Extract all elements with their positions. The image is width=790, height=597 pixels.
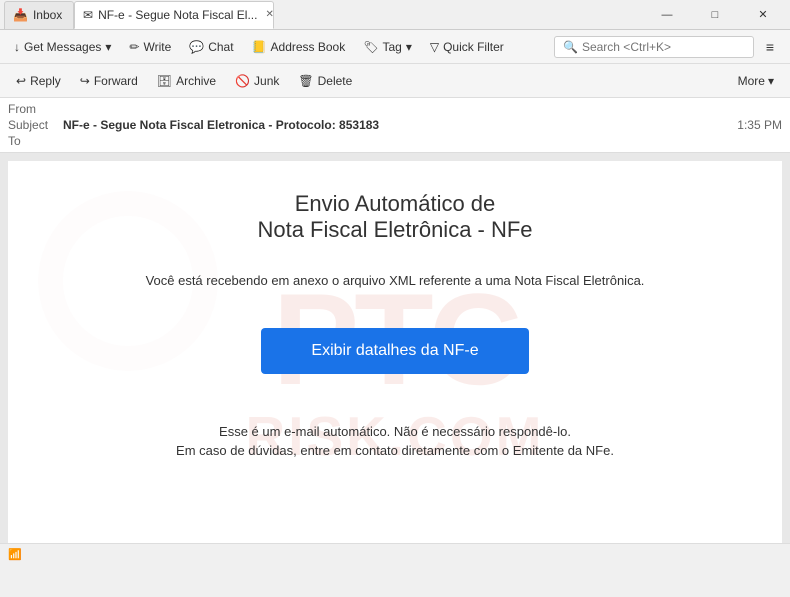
get-messages-dropdown-icon: ▾ [105,40,111,54]
to-label: To [8,134,63,148]
write-button[interactable]: ✏ Write [121,36,179,58]
tab-email-label: NF-e - Segue Nota Fiscal El... [98,8,257,22]
email-body: PTC RISK.COM Envio Automático de Nota Fi… [8,161,782,543]
footer-line1: Esse é um e-mail automático. Não é neces… [28,424,762,439]
more-button[interactable]: More ▾ [730,70,782,92]
subject-label: Subject [8,118,63,132]
junk-icon: 🚫 [235,74,250,88]
tab-inbox[interactable]: 📥 Inbox [4,1,74,29]
address-book-icon: 📒 [252,40,267,54]
status-bar: 📶 [0,543,790,565]
chat-icon: 💬 [189,40,204,54]
minimize-button[interactable]: — [644,0,690,30]
tag-icon: 🏷 [363,40,378,54]
address-book-button[interactable]: 📒 Address Book [244,36,354,58]
action-bar: ↩ Reply ↪ Forward 🗄 Archive 🚫 Junk 🗑 Del… [0,64,790,98]
email-title: Envio Automático de Nota Fiscal Eletrôni… [28,191,762,243]
reply-icon: ↩ [16,74,26,88]
archive-icon: 🗄 [157,74,172,88]
main-toolbar: ↓ Get Messages ▾ ✏ Write 💬 Chat 📒 Addres… [0,30,790,64]
get-messages-icon: ↓ [14,40,20,54]
junk-button[interactable]: 🚫 Junk [227,70,287,92]
title-bar: 📥 Inbox ✉ NF-e - Segue Nota Fiscal El...… [0,0,790,30]
window-controls: — □ ✕ [644,0,786,30]
email-footer: Esse é um e-mail automático. Não é neces… [28,424,762,458]
quick-filter-button[interactable]: ▽ Quick Filter [422,36,512,58]
from-row: From [8,102,782,116]
status-icon: 📶 [8,548,22,561]
tab-email[interactable]: ✉ NF-e - Segue Nota Fiscal El... ✕ [74,1,274,29]
close-button[interactable]: ✕ [740,0,786,30]
footer-line2: Em caso de dúvidas, entre em contato dir… [28,443,762,458]
forward-icon: ↪ [80,74,90,88]
search-icon: 🔍 [563,40,578,54]
more-dropdown-icon: ▾ [768,74,774,88]
email-subtitle: Você está recebendo em anexo o arquivo X… [28,273,762,288]
subject-row: Subject NF-e - Segue Nota Fiscal Eletron… [8,118,782,132]
chat-button[interactable]: 💬 Chat [181,36,241,58]
inbox-icon: 📥 [13,8,28,22]
hamburger-icon: ≡ [766,39,774,55]
forward-button[interactable]: ↪ Forward [72,70,146,92]
tag-button[interactable]: 🏷 Tag ▾ [355,36,420,58]
email-content: Envio Automático de Nota Fiscal Eletrôni… [28,191,762,458]
email-body-container[interactable]: PTC RISK.COM Envio Automático de Nota Fi… [0,153,790,543]
subject-value: NF-e - Segue Nota Fiscal Eletronica - Pr… [63,118,737,132]
from-label: From [8,102,63,116]
archive-button[interactable]: 🗄 Archive [149,70,224,92]
tab-inbox-label: Inbox [33,8,62,22]
delete-icon: 🗑 [298,74,313,88]
search-box[interactable]: 🔍 [554,36,754,58]
email-header: From Subject NF-e - Segue Nota Fiscal El… [0,98,790,153]
tab-bar: 📥 Inbox ✉ NF-e - Segue Nota Fiscal El...… [4,0,644,29]
maximize-button[interactable]: □ [692,0,738,30]
hamburger-button[interactable]: ≡ [756,33,784,61]
email-icon: ✉ [83,8,93,22]
write-icon: ✏ [129,40,139,54]
cta-button[interactable]: Exibir datalhes da NF-e [261,328,528,374]
get-messages-button[interactable]: ↓ Get Messages ▾ [6,36,119,58]
delete-button[interactable]: 🗑 Delete [290,70,360,92]
tab-close-button[interactable]: ✕ [262,8,274,21]
reply-button[interactable]: ↩ Reply [8,70,69,92]
to-row: To [8,134,782,148]
quick-filter-icon: ▽ [430,40,439,54]
time-value: 1:35 PM [737,118,782,132]
search-input[interactable] [582,40,745,54]
tag-dropdown-icon: ▾ [406,40,412,54]
